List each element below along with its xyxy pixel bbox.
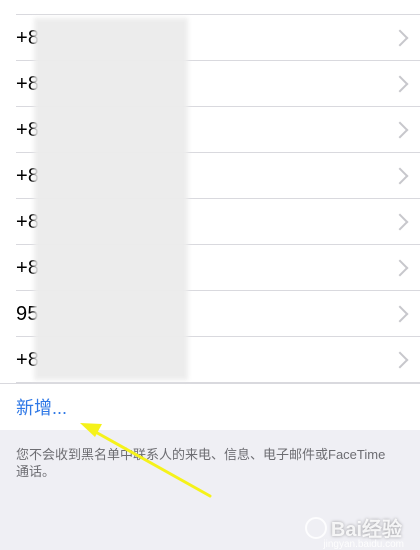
add-new-button[interactable]: 新增...: [0, 383, 420, 430]
baidu-watermark: Bai经验: [304, 513, 402, 542]
chevron-right-icon: [391, 259, 409, 277]
chevron-right-icon: [391, 213, 409, 231]
list-top-divider: [16, 0, 420, 15]
chevron-right-icon: [391, 29, 409, 47]
watermark-url: jingyan.baidu.com: [323, 539, 404, 550]
chevron-right-icon: [391, 351, 409, 369]
blocklist-footer-note: 您不会收到黑名单中联系人的来电、信息、电子邮件或FaceTime 通话。: [16, 447, 386, 479]
chevron-right-icon: [391, 305, 409, 323]
redaction-blur: [34, 18, 188, 380]
watermark-text: Bai经验: [330, 519, 402, 541]
chevron-right-icon: [391, 121, 409, 139]
paw-logo-icon: [304, 516, 327, 539]
chevron-right-icon: [391, 167, 409, 185]
chevron-right-icon: [391, 75, 409, 93]
add-new-label: 新增...: [16, 398, 68, 418]
